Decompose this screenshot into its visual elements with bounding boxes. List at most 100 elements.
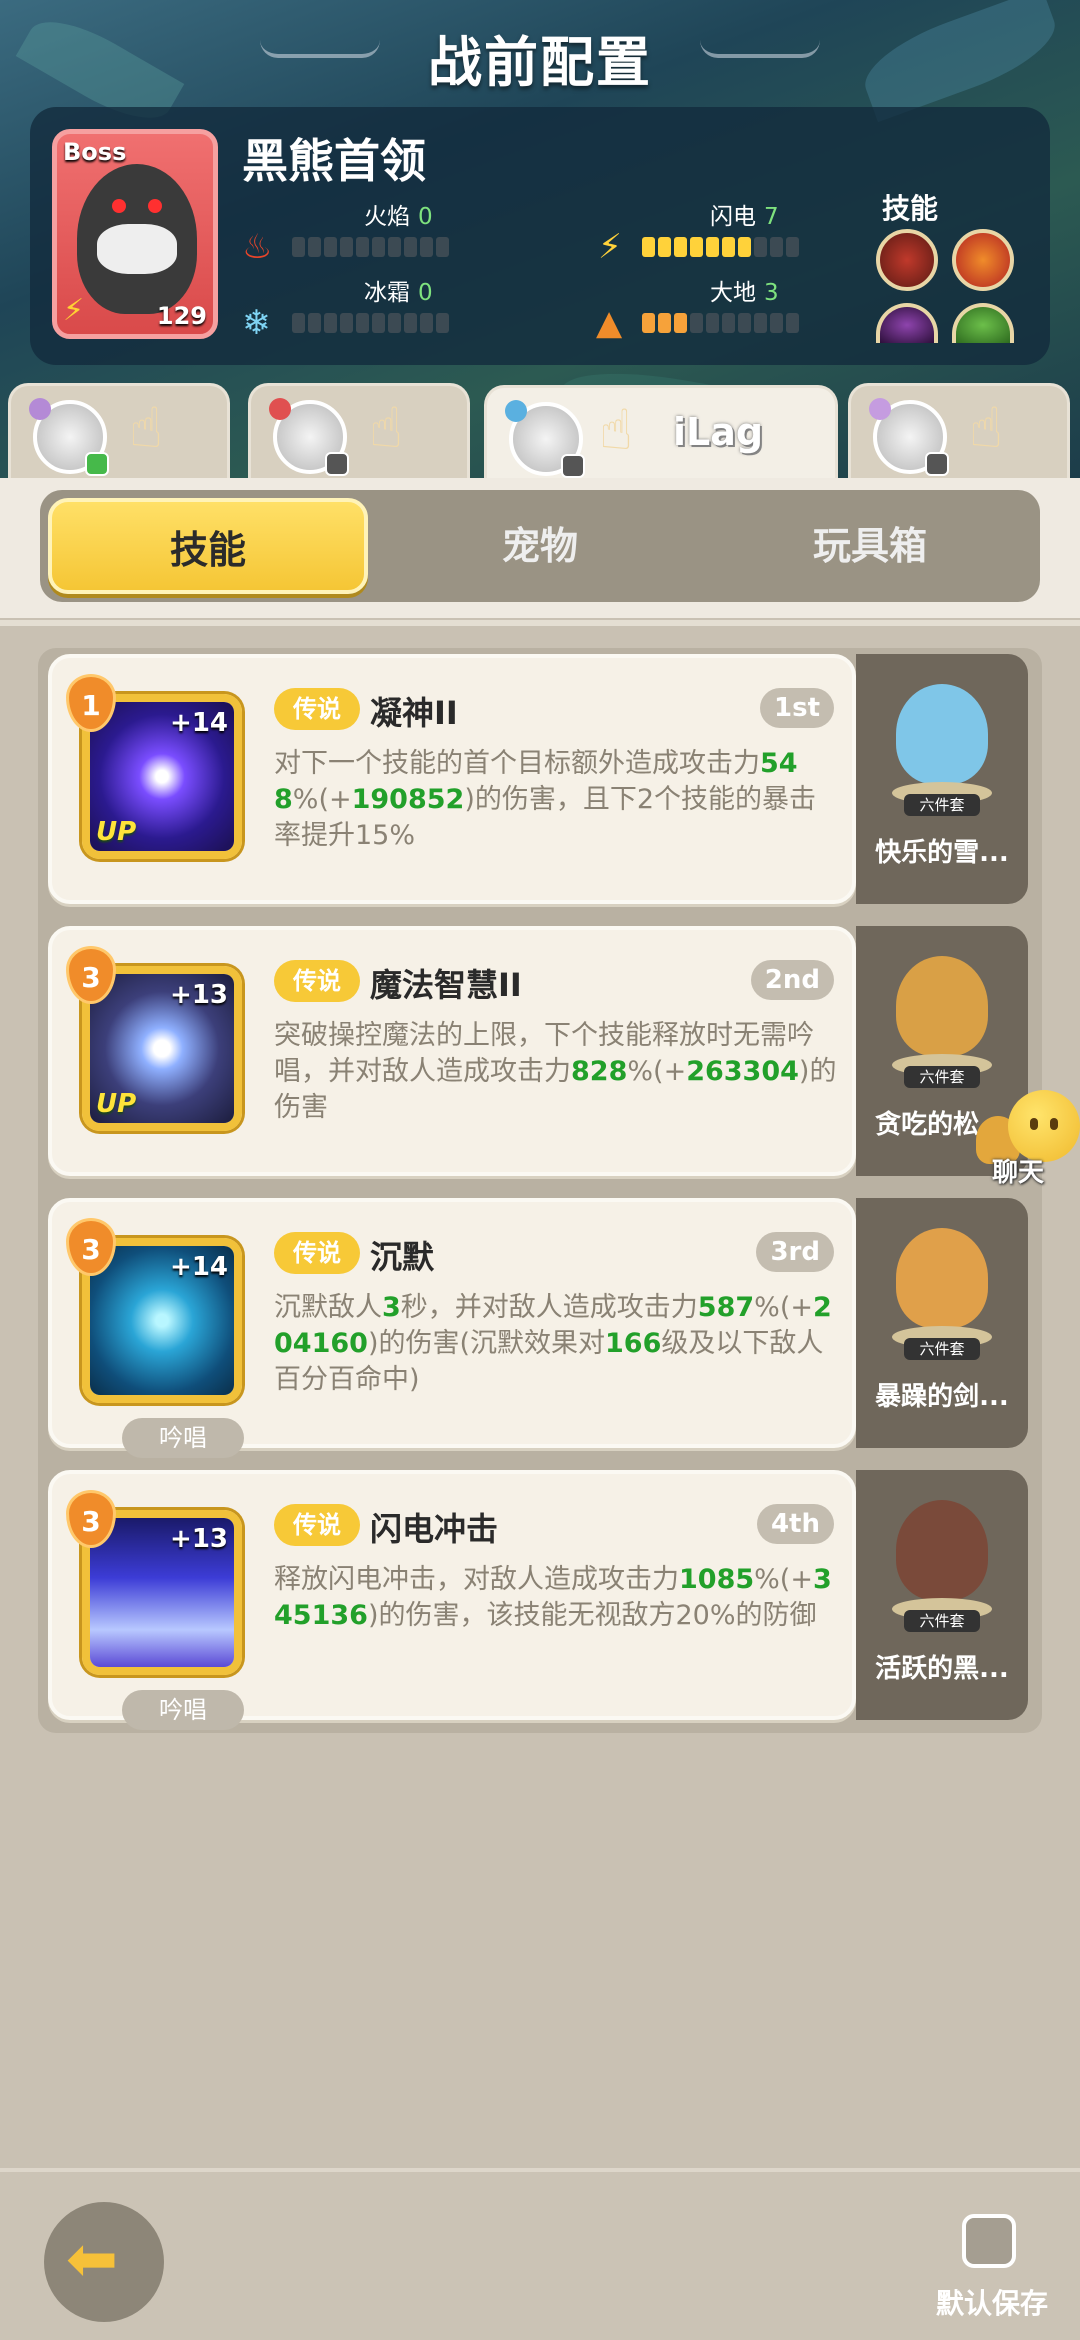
pet-squirrel-icon (896, 956, 988, 1056)
pet-boar-icon (896, 1500, 988, 1600)
class-mark-icon (505, 400, 527, 422)
back-button[interactable]: ⬅ (44, 2202, 164, 2322)
stat-bar-segment (786, 237, 799, 257)
player-avatar (269, 398, 349, 476)
description-text: 秒，并对敌人造成攻击力 (400, 1292, 698, 1323)
boss-skill-rage-icon[interactable] (952, 229, 1014, 291)
pet-name: 暴躁的剑... (875, 1382, 1009, 1412)
pointing-hand-icon: ☝ (369, 396, 404, 461)
stat-bar-segment (738, 237, 751, 257)
stat-value: 0 (418, 280, 433, 306)
boss-portrait[interactable]: Boss ⚡ 129 (52, 129, 218, 339)
lightning-icon: ⚡ (63, 293, 85, 328)
rarity-tag: 传说 (274, 688, 360, 730)
boss-skill-bite-icon[interactable] (876, 229, 938, 291)
lightning-icon: ⚡ (598, 227, 622, 267)
rarity-tag: 传说 (274, 1504, 360, 1546)
highlight-number: 587 (697, 1292, 755, 1323)
pointing-hand-icon: ☝ (599, 398, 634, 463)
player-tab-3[interactable]: ☝ iLag (484, 385, 838, 485)
skill-card-1[interactable]: 1 +14 UP 传说 凝神II 1st 对下一个技能的首个目标额外造成攻击力5… (48, 654, 856, 904)
skill-order: 4th (756, 1504, 834, 1544)
pet-slot-1[interactable]: 六件套 快乐的雪... (856, 654, 1028, 904)
chat-status-icon (325, 452, 349, 476)
stat-bar-segment (404, 237, 417, 257)
stat-bar-segment (658, 237, 671, 257)
stat-bar-segment (706, 313, 719, 333)
stat-bar-segment (770, 313, 783, 333)
stat-bar-segment (356, 237, 369, 257)
player-avatar (869, 398, 949, 476)
tab-pets[interactable]: 宠物 (380, 498, 700, 594)
stat-label: 闪电 (710, 204, 756, 230)
stat-label: 火焰 (364, 204, 410, 230)
stat-value: 7 (764, 204, 779, 230)
stat-bar-segment (388, 237, 401, 257)
highlight-number: 166 (605, 1328, 662, 1359)
stat-bar-segment (340, 313, 353, 333)
stat-bar-segment (770, 237, 783, 257)
earth-icon: ▲ (596, 303, 623, 343)
boss-skill-nature-icon[interactable] (952, 303, 1014, 343)
stat-bar-segment (722, 313, 735, 333)
stat-bar-segment (324, 237, 337, 257)
stat-bar (292, 237, 449, 257)
stat-bar (642, 313, 799, 333)
pet-swordsman-icon (896, 1228, 988, 1328)
tab-skills[interactable]: 技能 (48, 498, 368, 594)
back-arrow-icon: ⬅ (66, 2222, 118, 2295)
stat-label: 大地 (710, 280, 756, 306)
player-tab-1[interactable]: ☝ (8, 383, 230, 483)
description-text: )的伤害(沉默效果对 (367, 1328, 606, 1359)
stat-bar-segment (420, 313, 433, 333)
stat-value: 3 (764, 280, 779, 306)
chant-badge: 吟唱 (122, 1418, 244, 1458)
highlight-number: 1085 (679, 1564, 755, 1595)
default-save-checkbox[interactable] (962, 2214, 1016, 2268)
tab-toybox[interactable]: 玩具箱 (710, 498, 1030, 594)
skill-order: 2nd (750, 960, 834, 1000)
class-mark-icon (29, 398, 51, 420)
set-tag: 六件套 (904, 794, 980, 816)
boss-skills-label: 技能 (882, 192, 939, 225)
skill-order: 1st (760, 688, 834, 728)
pet-slot-4[interactable]: 六件套 活跃的黑... (856, 1470, 1028, 1720)
highlight-number: 263304 (686, 1056, 799, 1087)
stat-bar-segment (786, 313, 799, 333)
chant-badge: 吟唱 (122, 1690, 244, 1730)
default-save-label: 默认保存 (936, 2287, 1049, 2320)
skill-description: 突破操控魔法的上限，下个技能释放时无需吟唱，并对敌人造成攻击力828%(+263… (274, 1018, 840, 1126)
stat-bar-segment (738, 313, 751, 333)
description-text: %(+ (754, 1292, 813, 1323)
highlight-number: 828 (571, 1056, 628, 1087)
stat-bar-segment (754, 237, 767, 257)
player-avatar (29, 398, 109, 476)
stat-label: 冰霜 (364, 280, 410, 306)
boss-skill-dark-icon[interactable] (876, 303, 938, 343)
enhance-level: +13 (170, 1524, 228, 1554)
pet-slot-3[interactable]: 六件套 暴躁的剑... (856, 1198, 1028, 1448)
upgrade-badge: UP (96, 1089, 137, 1119)
fire-icon: ♨ (242, 227, 273, 267)
stat-bar-segment (404, 313, 417, 333)
skill-order: 3rd (756, 1232, 834, 1272)
skill-card-4[interactable]: 3 +13 吟唱 传说 闪电冲击 4th 释放闪电冲击，对敌人造成攻击力1085… (48, 1470, 856, 1730)
skill-card-2[interactable]: 3 +13 UP 传说 魔法智慧II 2nd 突破操控魔法的上限，下个技能释放时… (48, 926, 856, 1176)
stat-bar-segment (658, 313, 671, 333)
boss-badge: Boss (63, 138, 127, 166)
stat-bar-segment (340, 237, 353, 257)
skill-name: 凝神II (370, 694, 458, 732)
player-tab-2[interactable]: ☝ (248, 383, 470, 483)
page-title: 战前配置 (428, 31, 652, 94)
stat-bar-segment (356, 313, 369, 333)
chat-status-icon (925, 452, 949, 476)
skill-name: 闪电冲击 (370, 1510, 499, 1548)
stat-bar-segment (642, 237, 655, 257)
skill-card-3[interactable]: 3 +14 吟唱 传说 沉默 3rd 沉默敌人3秒，并对敌人造成攻击力587%(… (48, 1198, 856, 1458)
stat-bar-segment (372, 237, 385, 257)
player-tab-4[interactable]: ☝ (848, 383, 1070, 483)
skill-icon-frame: 3 +13 UP (66, 946, 242, 1131)
description-text: 沉默敌人 (274, 1292, 382, 1323)
chat-label[interactable]: 聊天 (992, 1152, 1044, 1189)
description-text: %(+ (627, 1056, 687, 1087)
